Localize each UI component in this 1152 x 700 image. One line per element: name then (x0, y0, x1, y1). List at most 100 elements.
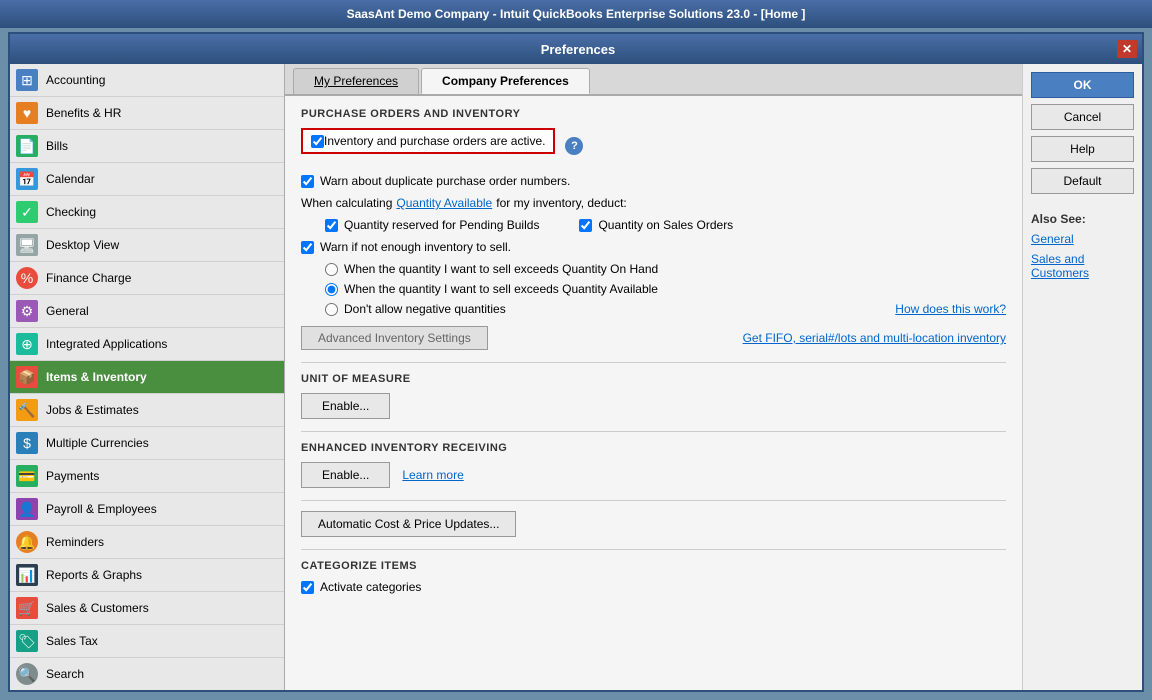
sales-customers-link[interactable]: Sales and Customers (1031, 252, 1134, 280)
auto-cost-button[interactable]: Automatic Cost & Price Updates... (301, 511, 516, 537)
dialog-title-bar: Preferences ✕ (10, 34, 1142, 64)
checkbox1-container: Inventory and purchase orders are active… (301, 128, 1006, 164)
help-button[interactable]: Help (1031, 136, 1134, 162)
sidebar-item-payroll[interactable]: 👤 Payroll & Employees (10, 493, 284, 526)
ok-button[interactable]: OK (1031, 72, 1134, 98)
sidebar-item-label-jobs: Jobs & Estimates (46, 403, 139, 417)
close-button[interactable]: ✕ (1117, 40, 1137, 58)
default-button[interactable]: Default (1031, 168, 1134, 194)
main-content: My Preferences Company Preferences PURCH… (285, 64, 1022, 690)
quantity-available-link[interactable]: Quantity Available (396, 196, 492, 210)
general-link[interactable]: General (1031, 232, 1134, 246)
right-panel: OK Cancel Help Default Also See: General… (1022, 64, 1142, 690)
currencies-icon: $ (16, 432, 38, 454)
deduct-row: Quantity reserved for Pending Builds Qua… (325, 218, 1006, 232)
sidebar-item-calendar[interactable]: 📅 Calendar (10, 163, 284, 196)
sidebar-item-search[interactable]: 🔍Search (10, 658, 284, 690)
inventory-active-label: Inventory and purchase orders are active… (324, 134, 545, 148)
tab-company-preferences[interactable]: Company Preferences (421, 68, 590, 94)
content-body: PURCHASE ORDERS AND INVENTORY Inventory … (285, 96, 1022, 614)
pending-builds-checkbox[interactable] (325, 219, 338, 232)
sidebar-item-inventory[interactable]: 📦Items & Inventory (10, 361, 284, 394)
sidebar-item-label-salestax: Sales Tax (46, 634, 98, 648)
when-calc-row: When calculating Quantity Available for … (301, 196, 1006, 210)
advanced-inventory-button[interactable]: Advanced Inventory Settings (301, 326, 488, 350)
sidebar-item-label-bills: Bills (46, 139, 68, 153)
tabs-bar: My Preferences Company Preferences (285, 64, 1022, 96)
fifo-link[interactable]: Get FIFO, serial#/lots and multi-locatio… (743, 331, 1006, 345)
cancel-button[interactable]: Cancel (1031, 104, 1134, 130)
sidebar-item-jobs[interactable]: 🔨Jobs & Estimates (10, 394, 284, 427)
enhanced-row: Enable... Learn more (301, 462, 1006, 488)
radio-no-negative[interactable] (325, 303, 338, 316)
benefits-icon: ♥ (16, 102, 38, 124)
sidebar-item-checking[interactable]: ✓Checking (10, 196, 284, 229)
calendar-icon: 📅 (16, 168, 38, 190)
general-icon: ⚙ (16, 300, 38, 322)
sidebar-item-label-general: General (46, 304, 89, 318)
sidebar-item-label-salescust: Sales & Customers (46, 601, 149, 615)
advanced-row: Advanced Inventory Settings Get FIFO, se… (301, 326, 1006, 350)
divider2 (301, 431, 1006, 432)
integrated-icon: ⊕ (16, 333, 38, 355)
bills-icon: 📄 (16, 135, 38, 157)
sidebar-item-label-desktop: Desktop View (46, 238, 119, 252)
radio-on-hand[interactable] (325, 263, 338, 276)
sidebar-item-label-payroll: Payroll & Employees (46, 502, 157, 516)
accounting-icon: ⊞ (16, 69, 38, 91)
sidebar-item-label-accounting: Accounting (46, 73, 105, 87)
how-does-this-work-link[interactable]: How does this work? (895, 302, 1006, 316)
section2-title: UNIT OF MEASURE (301, 373, 1006, 385)
sidebar-item-label-payments: Payments (46, 469, 99, 483)
help-icon-button[interactable]: ? (565, 137, 583, 155)
app-title: SaasAnt Demo Company - Intuit QuickBooks… (347, 7, 806, 21)
finance-icon: % (16, 267, 38, 289)
sidebar-item-bills[interactable]: 📄 Bills (10, 130, 284, 163)
sidebar-item-label-reminders: Reminders (46, 535, 104, 549)
radio-available[interactable] (325, 283, 338, 296)
sidebar-item-integrated[interactable]: ⊕ Integrated Applications (10, 328, 284, 361)
for-inventory-text: for my inventory, deduct: (496, 196, 627, 210)
sidebar-item-salestax[interactable]: 🏷Sales Tax (10, 625, 284, 658)
warn-inventory-checkbox[interactable] (301, 241, 314, 254)
sidebar-item-benefits[interactable]: ♥Benefits & HR (10, 97, 284, 130)
sidebar-item-finance[interactable]: % Finance Charge (10, 262, 284, 295)
enable-unit-button[interactable]: Enable... (301, 393, 390, 419)
tab-my-preferences[interactable]: My Preferences (293, 68, 419, 94)
sidebar-item-reports[interactable]: 📊Reports & Graphs (10, 559, 284, 592)
checkbox3-row: Quantity reserved for Pending Builds (325, 218, 539, 232)
activate-categories-checkbox[interactable] (301, 581, 314, 594)
sidebar-item-desktop[interactable]: 🖥Desktop View (10, 229, 284, 262)
radio1-label: When the quantity I want to sell exceeds… (344, 262, 658, 276)
radio2-row: When the quantity I want to sell exceeds… (325, 282, 1006, 296)
sidebar-item-label-reports: Reports & Graphs (46, 568, 142, 582)
sidebar-item-reminders[interactable]: 🔔Reminders (10, 526, 284, 559)
section1-title: PURCHASE ORDERS AND INVENTORY (301, 108, 1006, 120)
duplicate-po-checkbox[interactable] (301, 175, 314, 188)
radio3-row: Don't allow negative quantities How does… (325, 302, 1006, 316)
dialog-title: Preferences (39, 42, 1117, 57)
checkbox6-row: Activate categories (301, 580, 1006, 594)
deduct-checkboxes: Quantity reserved for Pending Builds Qua… (325, 218, 1006, 232)
radio-group: When the quantity I want to sell exceeds… (325, 262, 1006, 316)
sidebar-item-label-integrated: Integrated Applications (46, 337, 167, 351)
payroll-icon: 👤 (16, 498, 38, 520)
radio1-row: When the quantity I want to sell exceeds… (325, 262, 1006, 276)
inventory-active-highlight: Inventory and purchase orders are active… (301, 128, 555, 154)
sidebar-item-label-calendar: Calendar (46, 172, 95, 186)
sidebar-item-general[interactable]: ⚙ General (10, 295, 284, 328)
section4-title: CATEGORIZE ITEMS (301, 560, 1006, 572)
divider1 (301, 362, 1006, 363)
sidebar-item-salescust[interactable]: 🛒Sales & Customers (10, 592, 284, 625)
learn-more-link[interactable]: Learn more (402, 468, 463, 482)
search-icon: 🔍 (16, 663, 38, 685)
sidebar-item-label-finance: Finance Charge (46, 271, 131, 285)
sidebar-item-payments[interactable]: 💳Payments (10, 460, 284, 493)
checkbox4-label: Quantity on Sales Orders (598, 218, 733, 232)
when-calc-text: When calculating (301, 196, 392, 210)
sidebar-item-currencies[interactable]: $Multiple Currencies (10, 427, 284, 460)
sidebar-item-accounting[interactable]: ⊞ Accounting (10, 64, 284, 97)
enable-enhanced-button[interactable]: Enable... (301, 462, 390, 488)
inventory-active-checkbox[interactable] (311, 135, 324, 148)
sales-orders-checkbox[interactable] (579, 219, 592, 232)
